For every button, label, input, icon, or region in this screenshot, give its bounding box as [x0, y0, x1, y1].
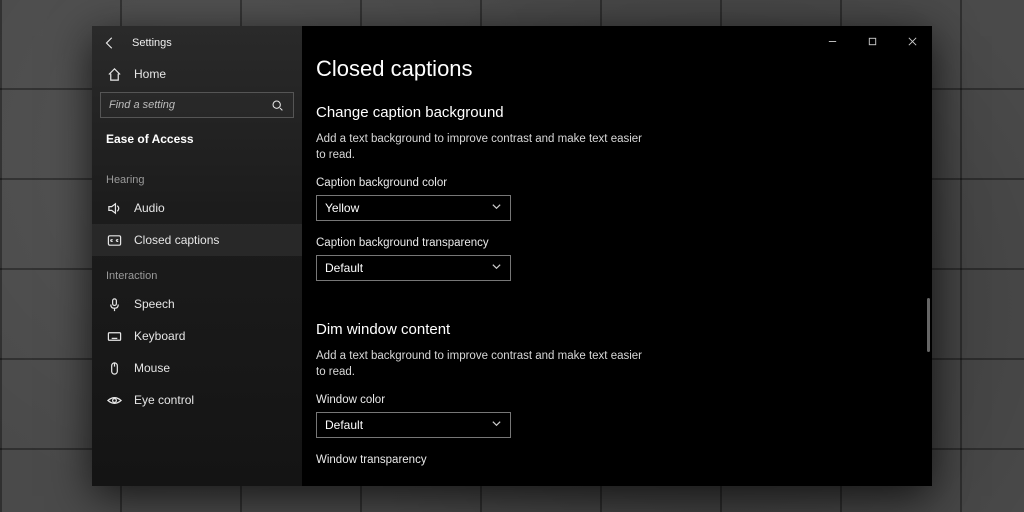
app-title: Settings	[132, 37, 172, 49]
sidebar-item-label: Eye control	[134, 393, 194, 407]
sidebar-item-label: Mouse	[134, 361, 170, 375]
caption-bg-color-label: Caption background color	[316, 177, 918, 189]
search-input[interactable]: Find a setting	[100, 92, 294, 118]
sidebar-category: Ease of Access	[92, 128, 302, 160]
main-panel: Closed captions Change caption backgroun…	[302, 26, 932, 486]
search-icon	[269, 97, 285, 113]
chevron-down-icon	[491, 261, 502, 275]
audio-icon	[106, 200, 122, 216]
section-dim-heading: Dim window content	[316, 321, 918, 338]
content-area: Closed captions Change caption backgroun…	[302, 26, 932, 486]
window-transparency-label: Window transparency	[316, 454, 918, 466]
chevron-down-icon	[491, 418, 502, 432]
sidebar-item-label: Closed captions	[134, 233, 219, 247]
sidebar-item-speech[interactable]: Speech	[92, 288, 302, 320]
select-value: Yellow	[325, 201, 359, 215]
sidebar-item-label: Keyboard	[134, 329, 185, 343]
window-color-label: Window color	[316, 394, 918, 406]
titlebar-left: Settings	[92, 26, 302, 60]
keyboard-icon	[106, 328, 122, 344]
sidebar-item-eye-control[interactable]: Eye control	[92, 384, 302, 416]
page-title: Closed captions	[316, 56, 918, 82]
caption-bg-transparency-select[interactable]: Default	[316, 255, 511, 281]
sidebar-item-mouse[interactable]: Mouse	[92, 352, 302, 384]
section-dim-desc: Add a text background to improve contras…	[316, 348, 646, 380]
eye-icon	[106, 392, 122, 408]
sidebar-item-label: Audio	[134, 201, 165, 215]
microphone-icon	[106, 296, 122, 312]
select-value: Default	[325, 261, 363, 275]
chevron-down-icon	[491, 201, 502, 215]
mouse-icon	[106, 360, 122, 376]
group-hearing-label: Hearing	[92, 160, 302, 192]
select-value: Default	[325, 418, 363, 432]
sidebar-item-closed-captions[interactable]: Closed captions	[92, 224, 302, 256]
sidebar-home[interactable]: Home	[92, 60, 302, 92]
search-placeholder: Find a setting	[109, 99, 175, 111]
caption-bg-color-select[interactable]: Yellow	[316, 195, 511, 221]
back-icon[interactable]	[102, 35, 118, 51]
sidebar: Settings Home Find a setting Ease of Acc…	[92, 26, 302, 486]
window-color-select[interactable]: Default	[316, 412, 511, 438]
sidebar-item-keyboard[interactable]: Keyboard	[92, 320, 302, 352]
group-interaction-label: Interaction	[92, 256, 302, 288]
home-label: Home	[134, 67, 166, 81]
sidebar-item-label: Speech	[134, 297, 175, 311]
section-caption-background-desc: Add a text background to improve contras…	[316, 131, 646, 163]
sidebar-item-audio[interactable]: Audio	[92, 192, 302, 224]
section-caption-background-heading: Change caption background	[316, 104, 918, 121]
home-icon	[106, 66, 122, 82]
search-container: Find a setting	[92, 92, 302, 128]
scrollbar-thumb[interactable]	[927, 298, 930, 352]
closed-captions-icon	[106, 232, 122, 248]
settings-window: Settings Home Find a setting Ease of Acc…	[92, 26, 932, 486]
caption-bg-transparency-label: Caption background transparency	[316, 237, 918, 249]
